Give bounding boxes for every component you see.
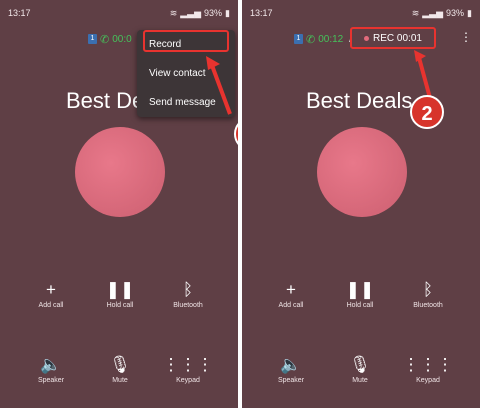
sim-badge: 1 xyxy=(88,34,97,44)
keypad-icon: ⋮⋮⋮ xyxy=(162,355,214,374)
mute-button[interactable]: 🎙 Mute xyxy=(330,354,390,384)
status-time: 13:17 xyxy=(8,8,31,18)
battery-percent: 93% xyxy=(204,8,223,18)
mute-label: Mute xyxy=(112,377,128,384)
bluetooth-label: Bluetooth xyxy=(413,302,443,309)
speaker-label: Speaker xyxy=(37,377,65,384)
phone-icon: ✆ xyxy=(100,33,110,46)
call-duration: 00:12 xyxy=(318,33,344,45)
speaker-label: Speaker xyxy=(277,377,305,384)
sim-badge: 1 xyxy=(294,34,303,44)
keypad-button[interactable]: ⋮⋮⋮ Keypad xyxy=(398,354,458,384)
mute-label: Mute xyxy=(352,377,368,384)
add-icon: + xyxy=(286,280,296,299)
bluetooth-icon: ᛒ xyxy=(182,280,194,299)
add-icon: + xyxy=(46,280,56,299)
wifi-icon: ≋ xyxy=(169,7,178,18)
step-badge-2: 2 xyxy=(410,95,444,129)
hold-call-label: Hold call xyxy=(346,302,374,309)
bluetooth-icon: ᛒ xyxy=(422,280,434,299)
battery-icon: ▮ xyxy=(225,7,230,18)
keypad-icon: ⋮⋮⋮ xyxy=(402,355,454,374)
mute-icon: 🎙 xyxy=(109,355,131,374)
bluetooth-button[interactable]: ᛒ Bluetooth xyxy=(398,279,458,309)
status-time: 13:17 xyxy=(250,8,273,18)
arrow-1 xyxy=(206,56,232,115)
hold-call-button[interactable]: ❚❚ Hold call xyxy=(330,279,390,309)
keypad-label: Keypad xyxy=(176,377,200,384)
pause-icon: ❚❚ xyxy=(105,280,135,299)
battery-percent: 93% xyxy=(446,8,465,18)
signal-icon: ▂▃▅ xyxy=(422,7,444,18)
record-highlight xyxy=(143,30,229,52)
hold-call-button[interactable]: ❚❚ Hold call xyxy=(90,279,150,309)
add-call-label: Add call xyxy=(278,302,304,309)
phone-icon: ✆ xyxy=(306,33,316,46)
status-icons: ≋ ▂▃▅ 93% ▮ xyxy=(412,8,472,19)
mute-icon: 🎙 xyxy=(349,355,371,374)
speaker-button[interactable]: 🔈 Speaker xyxy=(21,354,81,384)
call-duration: 00:0 xyxy=(112,33,132,45)
call-screen-right: 13:17 ≋ ▂▃▅ 93% ▮ 1 ✆ 00:12 / REC 00:01 … xyxy=(242,0,480,408)
keypad-label: Keypad xyxy=(416,377,440,384)
signal-icon: ▂▃▅ xyxy=(180,7,202,18)
status-icons: ≋ ▂▃▅ 93% ▮ xyxy=(170,8,230,19)
battery-icon: ▮ xyxy=(467,7,472,18)
avatar xyxy=(75,127,165,217)
step-badge-1: 1 xyxy=(234,117,238,151)
caller-name: Best Deals xyxy=(306,88,413,113)
add-call-button[interactable]: + Add call xyxy=(261,279,321,309)
speaker-icon: 🔈 xyxy=(280,355,302,374)
call-screen-left: 13:17 ≋ ▂▃▅ 93% ▮ 1 ✆ 00:0 Best Deals + … xyxy=(0,0,238,408)
status-bar: 13:17 ≋ ▂▃▅ 93% ▮ xyxy=(8,6,230,20)
wifi-icon: ≋ xyxy=(411,7,420,18)
mute-button[interactable]: 🎙 Mute xyxy=(90,354,150,384)
bluetooth-button[interactable]: ᛒ Bluetooth xyxy=(158,279,218,309)
speaker-button[interactable]: 🔈 Speaker xyxy=(261,354,321,384)
avatar xyxy=(317,127,407,217)
bluetooth-label: Bluetooth xyxy=(173,302,203,309)
add-call-label: Add call xyxy=(38,302,64,309)
speaker-icon: 🔈 xyxy=(40,355,62,374)
add-call-button[interactable]: + Add call xyxy=(21,279,81,309)
status-bar: 13:17 ≋ ▂▃▅ 93% ▮ xyxy=(250,6,472,20)
more-icon[interactable]: ⋮ xyxy=(460,30,472,44)
keypad-button[interactable]: ⋮⋮⋮ Keypad xyxy=(158,354,218,384)
pause-icon: ❚❚ xyxy=(345,280,375,299)
hold-call-label: Hold call xyxy=(106,302,134,309)
